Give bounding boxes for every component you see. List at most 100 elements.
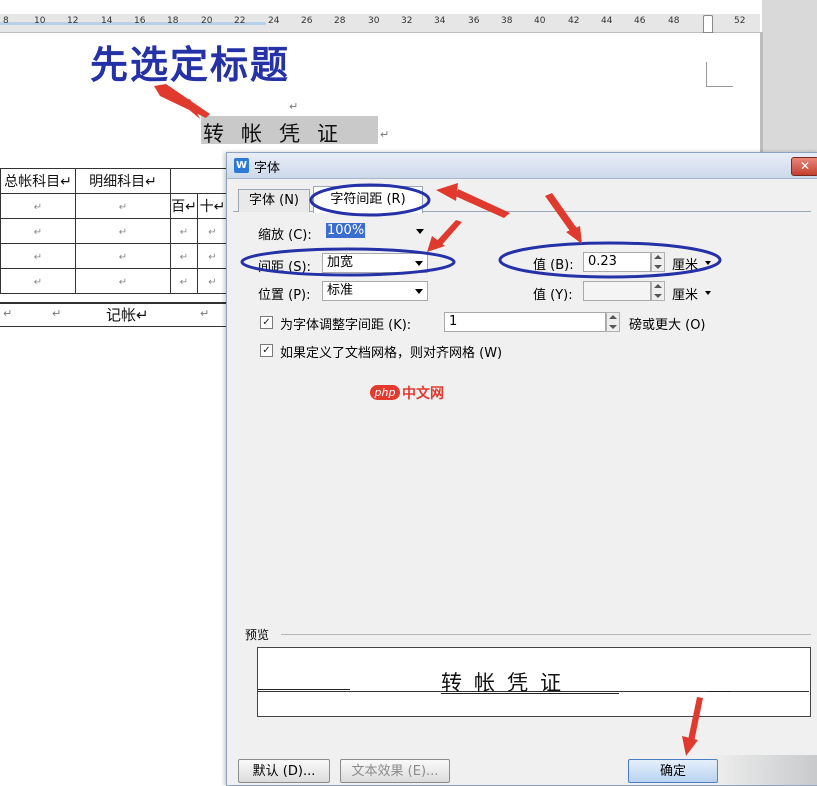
table-cell[interactable]: ↵ <box>75 193 171 219</box>
unit-dropdown-icon[interactable] <box>705 261 711 265</box>
dialog-title: 字体 <box>254 161 281 176</box>
ruler-tick: 22 <box>234 16 246 26</box>
cell-mark: ↵ <box>3 307 13 320</box>
paragraph-mark: ↵ <box>380 128 390 141</box>
ruler-tick: 40 <box>534 16 546 26</box>
spin-down-icon[interactable] <box>609 325 617 329</box>
unit-dropdown-icon[interactable] <box>705 291 711 295</box>
table-header-cell[interactable]: 总帐科目↵ <box>0 168 76 194</box>
cell-mark: ↵ <box>208 277 217 288</box>
horizontal-ruler[interactable]: 8 10 12 14 16 18 20 22 24 26 28 30 32 34… <box>0 14 760 33</box>
ruler-tick: 10 <box>34 16 46 26</box>
cell-mark: ↵ <box>33 252 43 263</box>
position-label: 位置 (P): <box>258 288 311 303</box>
snap-grid-checkbox[interactable]: ✓ <box>260 344 273 357</box>
cell-mark: ↵ <box>33 202 43 213</box>
tab-character-spacing[interactable]: 字符间距 (R) <box>313 186 423 213</box>
table-row: ↵ ↵ 百↵ 十↵ <box>0 193 228 219</box>
chevron-down-icon[interactable] <box>416 229 424 234</box>
spacing-combo[interactable]: 加宽 <box>322 253 428 273</box>
preview-rule-left <box>258 689 350 690</box>
right-indent-marker[interactable] <box>703 15 713 33</box>
scale-value: 100% <box>326 223 366 238</box>
php-logo: php <box>370 385 400 400</box>
spin-up-icon[interactable] <box>654 284 662 288</box>
wps-writer-icon: W <box>234 158 249 173</box>
preview-underline <box>441 693 619 694</box>
cell-mark: ↵ <box>200 307 210 320</box>
spin-up-icon[interactable] <box>609 315 617 319</box>
ruler-tick: 34 <box>434 16 446 26</box>
table-cell[interactable]: ↵ <box>170 268 198 294</box>
cell-mark: ↵ <box>118 202 128 213</box>
ok-button[interactable]: 确定 <box>628 759 718 783</box>
cell-mark: ↵ <box>179 252 189 263</box>
ruler-tick: 12 <box>67 16 79 26</box>
document-title[interactable]: 转帐凭证 <box>203 118 355 148</box>
tab-font[interactable]: 字体 (N) <box>238 189 310 212</box>
kerning-input[interactable]: 1 <box>444 312 606 332</box>
table-header-cell[interactable]: 明细科目↵ <box>75 168 171 194</box>
table-subheader-cell[interactable]: 百↵ <box>170 193 198 219</box>
table-row: ↵ ↵ ↵ ↵ <box>0 243 228 269</box>
preview-rule-right <box>707 691 731 692</box>
ruler-tick: 14 <box>101 16 113 26</box>
position-combo[interactable]: 标准 <box>322 281 428 301</box>
table-cell[interactable]: ↵ <box>197 268 228 294</box>
kerning-spinner[interactable] <box>606 312 620 332</box>
chevron-down-icon[interactable] <box>415 261 423 266</box>
chevron-down-icon[interactable] <box>415 289 423 294</box>
spin-down-icon[interactable] <box>654 294 662 298</box>
table-cell[interactable]: ↵ <box>0 218 76 244</box>
table-cell[interactable]: ↵ <box>0 268 76 294</box>
table-cell[interactable]: ↵ <box>170 218 198 244</box>
default-button[interactable]: 默认 (D)... <box>238 759 330 783</box>
spacing-by-unit[interactable]: 厘米 <box>672 254 698 273</box>
scale-label: 缩放 (C): <box>258 228 312 243</box>
ruler-tick: 36 <box>468 16 480 26</box>
ruler-tick: 38 <box>501 16 513 26</box>
table-cell[interactable]: ↵ <box>197 218 228 244</box>
cell-mark: ↵ <box>33 277 43 288</box>
table-cell[interactable]: ↵ <box>0 243 76 269</box>
text-effect-button[interactable]: 文本效果 (E)... <box>340 759 450 783</box>
ruler-tick: 46 <box>634 16 646 26</box>
ruler-tick: 42 <box>568 16 580 26</box>
ruler-tick: 16 <box>134 16 146 26</box>
ruler-tick: 26 <box>301 16 313 26</box>
ruler-tick: 30 <box>368 16 380 26</box>
blurred-region <box>707 755 817 785</box>
table-cell[interactable]: ↵ <box>75 268 171 294</box>
dialog-titlebar[interactable]: W 字体 ✕ <box>227 153 817 179</box>
scale-combo[interactable]: 100% <box>322 222 428 242</box>
spacing-value: 加宽 <box>327 255 354 270</box>
ruler-tick: 28 <box>334 16 346 26</box>
margin-corner-mark <box>706 62 733 87</box>
ruler-tick: 52 <box>734 16 746 26</box>
table-subheader-cell[interactable]: 十↵ <box>197 193 228 219</box>
cell-mark: ↵ <box>118 252 128 263</box>
spacing-by-spinner[interactable] <box>651 252 665 272</box>
table-cell[interactable]: ↵ <box>75 218 171 244</box>
table-cell[interactable]: ↵ <box>170 243 198 269</box>
cell-mark: ↵ <box>52 307 62 320</box>
font-dialog: W 字体 ✕ 字体 (N) 字符间距 (R) 缩放 (C): 100% 间距 (… <box>226 152 817 786</box>
spacing-label: 间距 (S): <box>258 260 311 275</box>
spin-down-icon[interactable] <box>654 265 662 269</box>
kerning-checkbox[interactable]: ✓ <box>260 316 273 329</box>
paragraph-mark: ↵ <box>289 100 299 113</box>
close-icon[interactable]: ✕ <box>791 157 817 176</box>
signature-label: 记帐↵ <box>106 306 149 324</box>
position-by-input[interactable] <box>583 281 651 301</box>
kerning-label: 为字体调整字间距 (K): <box>280 318 412 333</box>
position-by-unit[interactable]: 厘米 <box>672 284 698 303</box>
table-cell[interactable]: ↵ <box>0 193 76 219</box>
table-row: ↵ ↵ ↵ ↵ <box>0 268 228 294</box>
spin-up-icon[interactable] <box>654 255 662 259</box>
table-cell[interactable]: ↵ <box>75 243 171 269</box>
position-by-spinner[interactable] <box>651 281 665 301</box>
table-header-cell[interactable] <box>170 168 228 194</box>
table-cell[interactable]: ↵ <box>197 243 228 269</box>
spacing-by-input[interactable]: 0.23 <box>583 252 651 272</box>
ruler-tick: 44 <box>601 16 613 26</box>
